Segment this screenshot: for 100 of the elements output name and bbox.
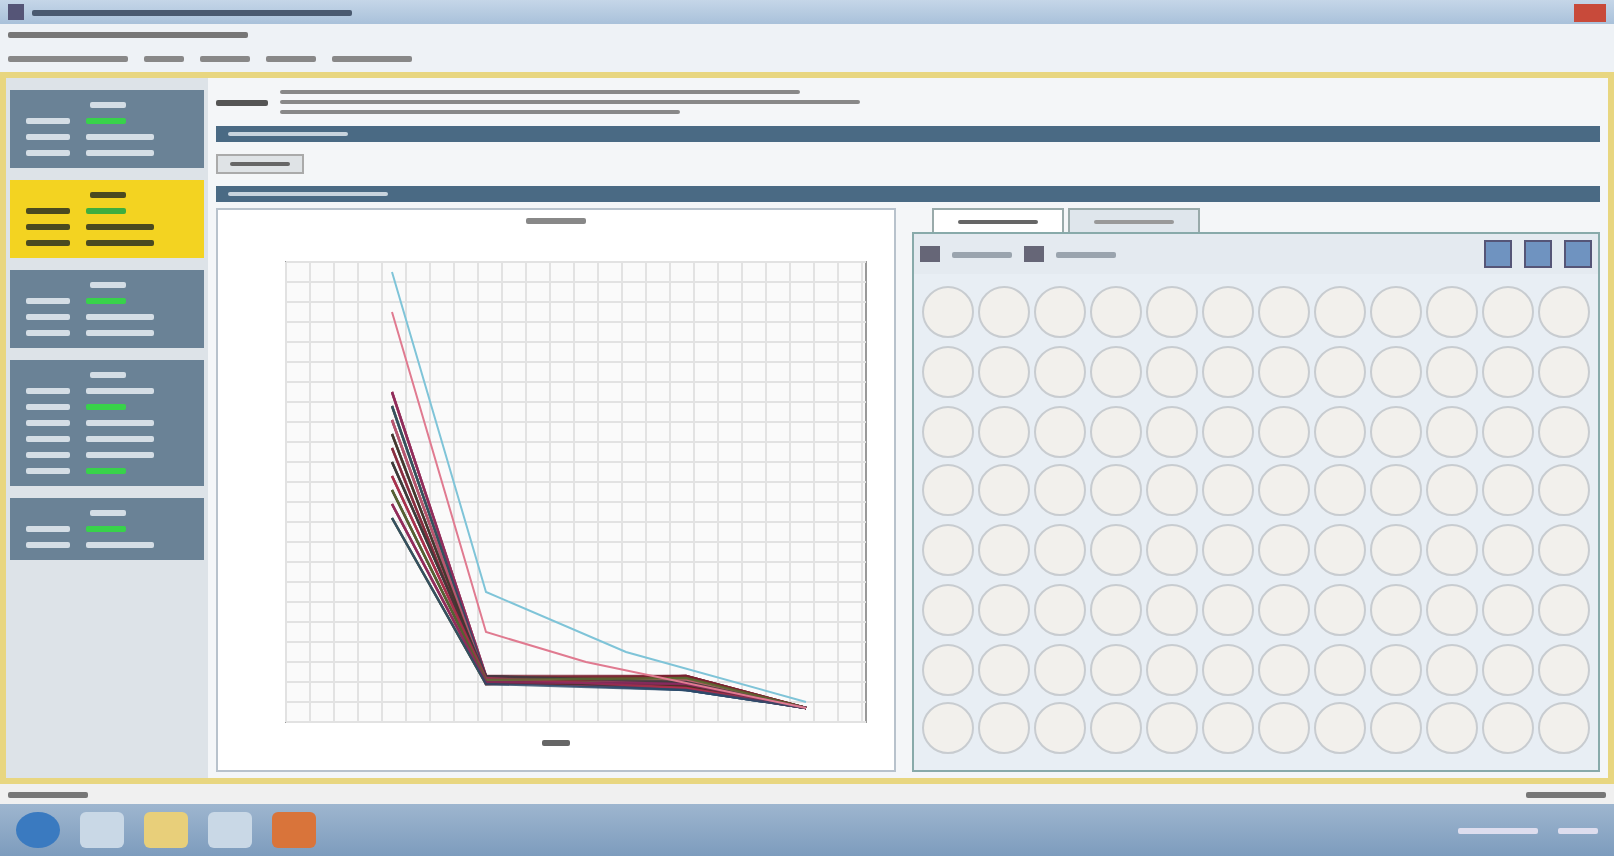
well[interactable] <box>1146 524 1198 576</box>
well[interactable] <box>922 345 974 398</box>
well[interactable] <box>1146 643 1198 695</box>
taskbar-icon[interactable] <box>272 812 316 848</box>
well[interactable] <box>1202 286 1254 338</box>
well[interactable] <box>1202 464 1254 517</box>
well[interactable] <box>1426 405 1478 457</box>
device-card[interactable] <box>10 360 204 486</box>
well[interactable] <box>1370 464 1422 517</box>
well[interactable] <box>1034 524 1086 576</box>
well[interactable] <box>978 286 1030 338</box>
well[interactable] <box>922 583 974 636</box>
well[interactable] <box>1370 345 1422 398</box>
well[interactable] <box>1146 286 1198 338</box>
taskbar-icon[interactable] <box>208 812 252 848</box>
well[interactable] <box>1538 702 1590 755</box>
well[interactable] <box>1258 345 1310 398</box>
well[interactable] <box>1482 286 1534 338</box>
plate-tab[interactable] <box>932 208 1064 232</box>
well[interactable] <box>1314 345 1366 398</box>
well[interactable] <box>1258 643 1310 695</box>
well[interactable] <box>978 524 1030 576</box>
device-card[interactable] <box>10 270 204 348</box>
close-icon[interactable] <box>1574 3 1606 21</box>
well[interactable] <box>1538 643 1590 695</box>
well[interactable] <box>1034 345 1086 398</box>
well[interactable] <box>922 643 974 695</box>
well[interactable] <box>1258 405 1310 457</box>
device-card[interactable] <box>10 498 204 560</box>
well[interactable] <box>1258 702 1310 755</box>
well[interactable] <box>1370 524 1422 576</box>
well[interactable] <box>1258 464 1310 517</box>
well[interactable] <box>1258 583 1310 636</box>
well[interactable] <box>1426 286 1478 338</box>
well[interactable] <box>1426 643 1478 695</box>
well[interactable] <box>922 702 974 755</box>
well[interactable] <box>1034 286 1086 338</box>
well[interactable] <box>1370 286 1422 338</box>
well[interactable] <box>1202 583 1254 636</box>
well[interactable] <box>1538 345 1590 398</box>
well[interactable] <box>1370 702 1422 755</box>
well[interactable] <box>1202 702 1254 755</box>
well[interactable] <box>1314 702 1366 755</box>
well[interactable] <box>1426 702 1478 755</box>
well[interactable] <box>978 643 1030 695</box>
toolbar-icon[interactable] <box>1484 240 1512 268</box>
well[interactable] <box>1538 524 1590 576</box>
well[interactable] <box>1146 702 1198 755</box>
well[interactable] <box>1314 405 1366 457</box>
well[interactable] <box>1482 405 1534 457</box>
well[interactable] <box>1202 345 1254 398</box>
well[interactable] <box>1426 524 1478 576</box>
well[interactable] <box>978 405 1030 457</box>
well[interactable] <box>1202 405 1254 457</box>
well[interactable] <box>1538 286 1590 338</box>
well[interactable] <box>1538 405 1590 457</box>
well[interactable] <box>1034 464 1086 517</box>
well[interactable] <box>1034 583 1086 636</box>
well[interactable] <box>1090 286 1142 338</box>
well[interactable] <box>1202 643 1254 695</box>
well[interactable] <box>1258 524 1310 576</box>
well[interactable] <box>1482 702 1534 755</box>
well[interactable] <box>1090 464 1142 517</box>
well[interactable] <box>1202 524 1254 576</box>
well[interactable] <box>978 702 1030 755</box>
toolbar-icon[interactable] <box>1564 240 1592 268</box>
well[interactable] <box>1426 345 1478 398</box>
well[interactable] <box>1034 643 1086 695</box>
well[interactable] <box>1426 583 1478 636</box>
well[interactable] <box>1314 524 1366 576</box>
well[interactable] <box>1482 345 1534 398</box>
well[interactable] <box>1258 286 1310 338</box>
well[interactable] <box>1034 702 1086 755</box>
well[interactable] <box>1538 583 1590 636</box>
well[interactable] <box>1538 464 1590 517</box>
well[interactable] <box>1370 405 1422 457</box>
device-card[interactable] <box>10 180 204 258</box>
well[interactable] <box>1090 702 1142 755</box>
well[interactable] <box>1146 464 1198 517</box>
well[interactable] <box>978 583 1030 636</box>
well[interactable] <box>1370 583 1422 636</box>
well[interactable] <box>1146 345 1198 398</box>
well[interactable] <box>1090 643 1142 695</box>
well[interactable] <box>1146 405 1198 457</box>
start-orb-icon[interactable] <box>16 812 60 848</box>
well[interactable] <box>1146 583 1198 636</box>
well[interactable] <box>978 345 1030 398</box>
well[interactable] <box>978 464 1030 517</box>
well[interactable] <box>1090 524 1142 576</box>
well[interactable] <box>922 524 974 576</box>
well[interactable] <box>1090 405 1142 457</box>
well[interactable] <box>1034 405 1086 457</box>
well[interactable] <box>1426 464 1478 517</box>
well[interactable] <box>1482 464 1534 517</box>
well[interactable] <box>1482 524 1534 576</box>
well[interactable] <box>922 464 974 517</box>
well[interactable] <box>1314 286 1366 338</box>
well[interactable] <box>1090 345 1142 398</box>
well[interactable] <box>1482 643 1534 695</box>
well[interactable] <box>922 405 974 457</box>
